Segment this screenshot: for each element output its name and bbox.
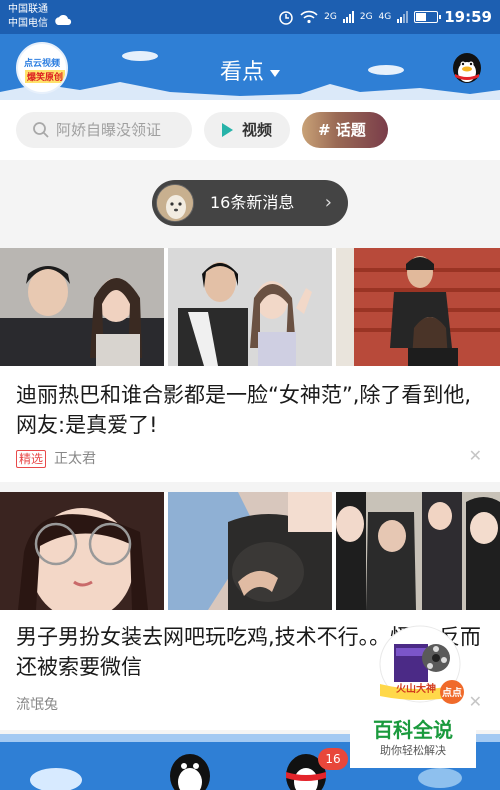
thumbnail	[336, 248, 500, 366]
page-title: 看点	[219, 60, 264, 85]
thumbnail	[0, 492, 164, 610]
thumbnail	[336, 492, 500, 610]
topic-button-label: # 话题	[318, 121, 366, 139]
clock: 19:59	[444, 8, 492, 26]
signal-icon	[342, 11, 354, 23]
thumbnail	[168, 248, 332, 366]
feed-card[interactable]: 迪丽热巴和谁合影都是一脸“女神范”,除了看到他,网友:是真爱了! 精选 正太君 ✕	[0, 248, 500, 482]
qq-penguin-icon[interactable]	[450, 50, 484, 84]
status-icons: 2G 2G 4G 19:59	[278, 6, 492, 28]
caret-down-icon	[270, 69, 280, 77]
app-header: 点云视频 爆笑原创 看点	[0, 34, 500, 100]
carrier-2: 中国电信	[8, 18, 48, 29]
watermark-line2: 助你轻松解决	[380, 744, 446, 757]
new-messages-pill[interactable]: 16条新消息 ›	[152, 180, 348, 226]
penguin-icon	[170, 754, 210, 790]
video-button-label: 视频	[242, 121, 273, 139]
article-source: 正太君	[54, 451, 97, 467]
status-bar: 中国联通 中国电信 2G 2G 4G 19:59	[0, 0, 500, 34]
channel-switcher[interactable]: 看点	[0, 54, 500, 86]
new-messages-text: 16条新消息	[210, 193, 295, 212]
play-icon	[222, 123, 233, 137]
watermark: 百科全说 助你轻松解决	[350, 712, 476, 768]
chevron-right-icon: ›	[324, 192, 332, 213]
thumbnail	[168, 492, 332, 610]
alarm-icon	[279, 11, 293, 25]
widget-name: 火山大神	[396, 684, 436, 695]
dismiss-icon[interactable]: ✕	[469, 692, 482, 711]
search-placeholder: 阿娇自曝没领证	[56, 121, 162, 139]
article-title[interactable]: 迪丽热巴和谁合影都是一脸“女神范”,除了看到他,网友:是真爱了!	[16, 380, 484, 440]
floating-promo-widget[interactable]: 火山大神 点点	[374, 624, 470, 704]
battery-icon	[414, 11, 442, 23]
notification-badge: 16	[318, 748, 348, 770]
network-type-1: 2G	[324, 12, 337, 22]
wifi-icon	[300, 10, 318, 24]
widget-action: 点点	[442, 688, 462, 699]
search-row: 阿娇自曝没领证 视频 # 话题	[0, 100, 500, 160]
search-icon	[33, 122, 49, 138]
video-button[interactable]: 视频	[204, 112, 290, 148]
article-meta: 精选 正太君	[16, 448, 96, 468]
thumbnail-row	[0, 492, 500, 610]
dismiss-icon[interactable]: ✕	[469, 446, 482, 465]
topic-button[interactable]: # 话题	[302, 112, 388, 148]
featured-badge: 精选	[16, 450, 47, 468]
network-type-3: 4G	[378, 12, 392, 22]
thumbnail	[0, 248, 164, 366]
carrier-1: 中国联通	[8, 4, 48, 15]
watermark-line1: 百科全说	[373, 718, 453, 742]
network-type-2: 2G	[359, 12, 373, 22]
cloud-weather-icon	[55, 14, 72, 25]
avatar	[156, 184, 194, 222]
search-input[interactable]: 阿娇自曝没领证	[16, 112, 192, 148]
thumbnail-row	[0, 248, 500, 366]
article-source: 流氓兔	[16, 697, 58, 713]
article-meta: 流氓兔	[16, 694, 58, 714]
signal-icon-2	[397, 11, 409, 23]
